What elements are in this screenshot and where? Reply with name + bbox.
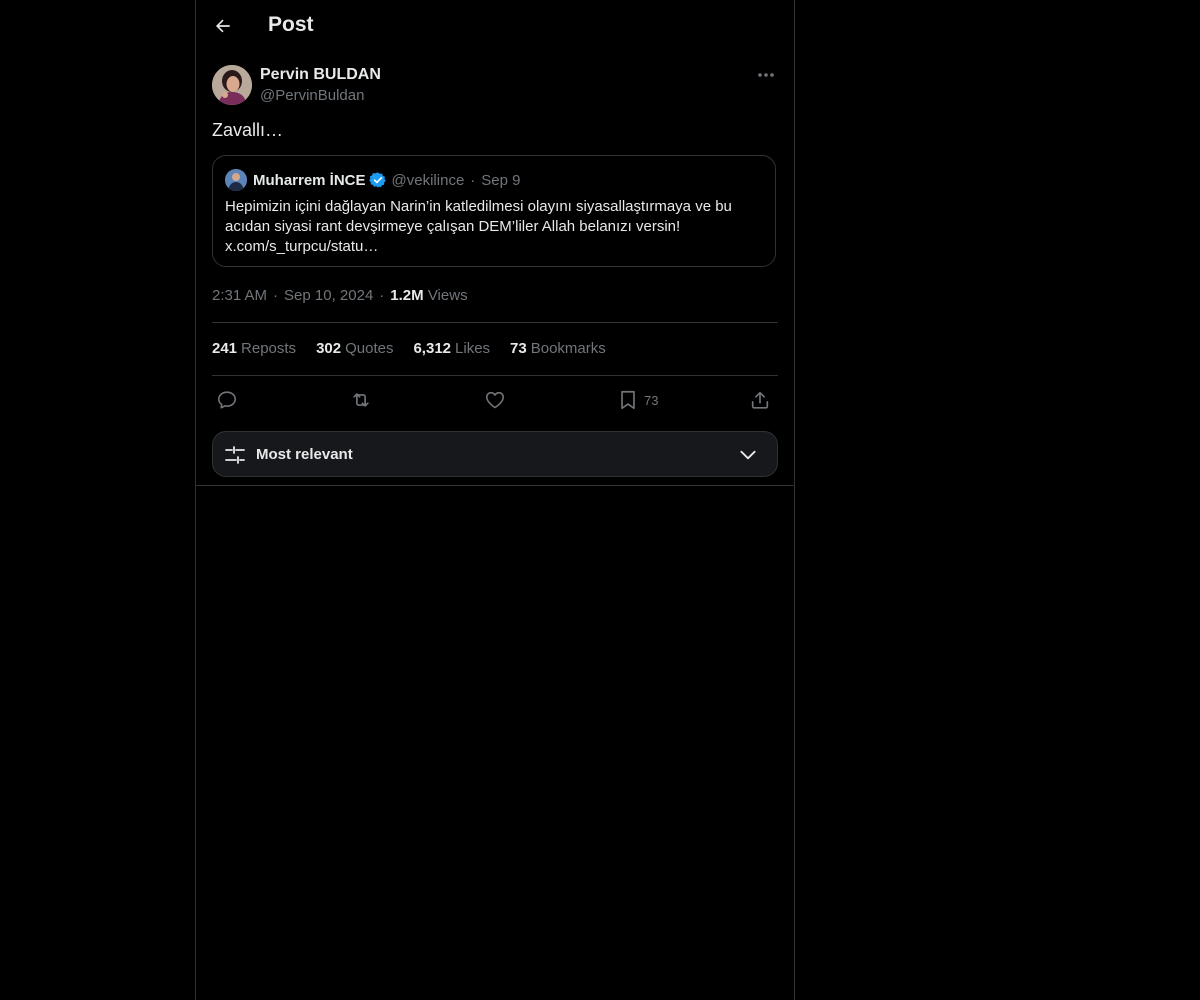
replies-sort-dropdown[interactable]: Most relevant bbox=[212, 431, 778, 477]
more-options-button[interactable] bbox=[754, 65, 778, 85]
chevron-down-icon bbox=[740, 450, 756, 460]
like-button[interactable] bbox=[484, 386, 506, 414]
stat-bookmarks[interactable]: 73 Bookmarks bbox=[510, 340, 606, 357]
stat-label: Quotes bbox=[345, 340, 394, 357]
divider bbox=[212, 375, 778, 376]
heart-icon bbox=[485, 391, 505, 409]
more-icon bbox=[758, 73, 774, 77]
reply-button[interactable] bbox=[216, 386, 238, 414]
quoted-author-handle: @vekilince bbox=[391, 171, 465, 189]
stat-quotes[interactable]: 302 Quotes bbox=[316, 340, 393, 357]
stat-reposts[interactable]: 241 Reposts bbox=[212, 340, 296, 357]
sliders-icon bbox=[225, 446, 245, 464]
post-time[interactable]: 2:31 AM bbox=[212, 287, 267, 304]
stat-count: 73 bbox=[510, 340, 527, 357]
quoted-avatar-image bbox=[225, 169, 247, 191]
author-name[interactable]: Pervin BULDAN bbox=[260, 66, 381, 84]
top-bar: Post bbox=[196, 0, 794, 54]
post-stats: 241 Reposts 302 Quotes 6,312 Likes 73 Bookma… bbox=[212, 340, 626, 357]
avatar-image bbox=[212, 65, 252, 105]
share-button[interactable] bbox=[749, 386, 771, 414]
page-title: Post bbox=[268, 13, 314, 36]
stat-label: Likes bbox=[455, 340, 491, 357]
views-label: Views bbox=[427, 287, 468, 304]
post-meta: 2:31 AM · Sep 10, 2024 · 1.2M Views bbox=[212, 287, 468, 304]
post-date[interactable]: Sep 10, 2024 bbox=[284, 287, 373, 304]
post-text: Zavallı… bbox=[212, 120, 284, 140]
replies-sort-label: Most relevant bbox=[256, 446, 353, 463]
quoted-author-avatar bbox=[225, 169, 247, 191]
stat-count: 6,312 bbox=[413, 340, 452, 357]
stat-label: Reposts bbox=[241, 340, 297, 357]
quoted-date: Sep 9 bbox=[481, 171, 521, 189]
author-avatar[interactable] bbox=[212, 65, 252, 105]
quoted-author-name: Muharrem İNCE bbox=[253, 171, 366, 189]
meta-separator: · bbox=[273, 287, 279, 304]
stat-count: 302 bbox=[316, 340, 342, 357]
bookmark-icon bbox=[621, 390, 635, 410]
stat-label: Bookmarks bbox=[530, 340, 606, 357]
verified-badge-icon bbox=[368, 171, 387, 189]
quoted-post-text: Hepimizin içini dağlayan Narin’in katled… bbox=[225, 198, 732, 255]
bookmark-button[interactable]: 73 bbox=[618, 386, 658, 414]
section-divider bbox=[196, 485, 794, 486]
reply-icon bbox=[217, 391, 237, 409]
repost-button[interactable] bbox=[349, 386, 373, 414]
post-author: Pervin BULDAN @PervinBuldan bbox=[212, 65, 778, 107]
back-button[interactable] bbox=[206, 9, 240, 43]
stat-count: 241 bbox=[212, 340, 238, 357]
quoted-separator: · bbox=[470, 171, 476, 189]
bookmark-count: 73 bbox=[644, 392, 659, 408]
repost-icon bbox=[353, 393, 369, 407]
share-icon bbox=[751, 391, 769, 409]
author-handle[interactable]: @PervinBuldan bbox=[260, 87, 364, 104]
views-count: 1.2M bbox=[390, 287, 424, 304]
post-actions: 73 bbox=[212, 386, 778, 414]
arrow-left-icon bbox=[216, 19, 230, 33]
quoted-post[interactable]: Muharrem İNCE @vekilince · Sep 9 Hepimiz… bbox=[212, 155, 776, 267]
divider bbox=[212, 322, 778, 323]
meta-separator: · bbox=[379, 287, 385, 304]
main-column: Post Pervin BULDAN @PervinBuldan Zavallı… bbox=[195, 0, 795, 1000]
stat-likes[interactable]: 6,312 Likes bbox=[413, 340, 490, 357]
quoted-post-header: Muharrem İNCE @vekilince · Sep 9 bbox=[225, 169, 521, 191]
